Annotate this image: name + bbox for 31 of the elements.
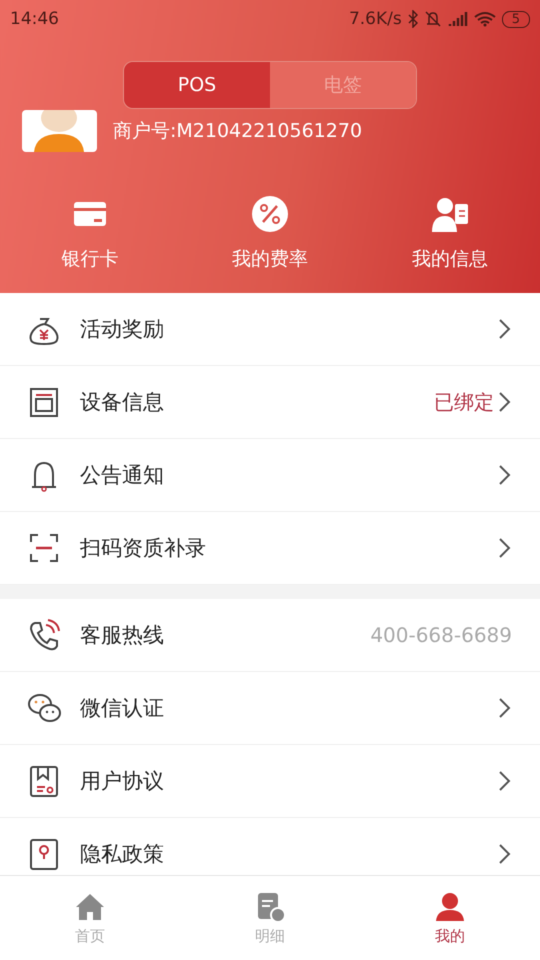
menu-label: 设备信息	[80, 389, 165, 416]
menu-label: 微信认证	[80, 695, 165, 722]
menu-item[interactable]: 公告通知	[0, 439, 540, 512]
menu-item[interactable]: 微信认证	[0, 672, 540, 745]
menu-label: 客服热线	[80, 622, 165, 649]
menu-label: 扫码资质补录	[80, 535, 207, 562]
wifi-icon	[474, 11, 496, 27]
signal-icon	[448, 11, 468, 27]
person-icon	[434, 890, 466, 922]
network-speed: 7.6K/s	[348, 9, 402, 29]
menu-item[interactable]: 活动奖励	[0, 293, 540, 366]
menu-label: 用户协议	[80, 768, 165, 795]
merchant-number: 商户号:M21042210561270	[113, 119, 362, 144]
muted-bell-icon	[424, 10, 442, 28]
tab-bar-item[interactable]: 我的	[360, 876, 540, 960]
shortcut-button[interactable]: 我的信息	[360, 193, 540, 273]
menu-item[interactable]: 隐私政策	[0, 818, 540, 875]
shortcut-button[interactable]: 我的费率	[180, 193, 360, 273]
menu-item[interactable]: 设备信息 已绑定	[0, 366, 540, 439]
menu-item[interactable]: 客服热线 400-668-6689	[0, 599, 540, 672]
percent-icon	[250, 194, 290, 234]
menu-value: 400-668-6689	[370, 623, 512, 647]
menu-label: 隐私政策	[80, 841, 165, 868]
bluetooth-icon	[408, 10, 418, 28]
segment-tab[interactable]: POS	[124, 62, 270, 108]
battery-indicator: 5	[502, 10, 530, 28]
menu-label: 公告通知	[80, 462, 165, 489]
menu-value: 已绑定	[434, 388, 494, 416]
clock: 14:46	[10, 9, 59, 29]
menu-label: 活动奖励	[80, 316, 165, 343]
menu-item[interactable]: 用户协议	[0, 745, 540, 818]
